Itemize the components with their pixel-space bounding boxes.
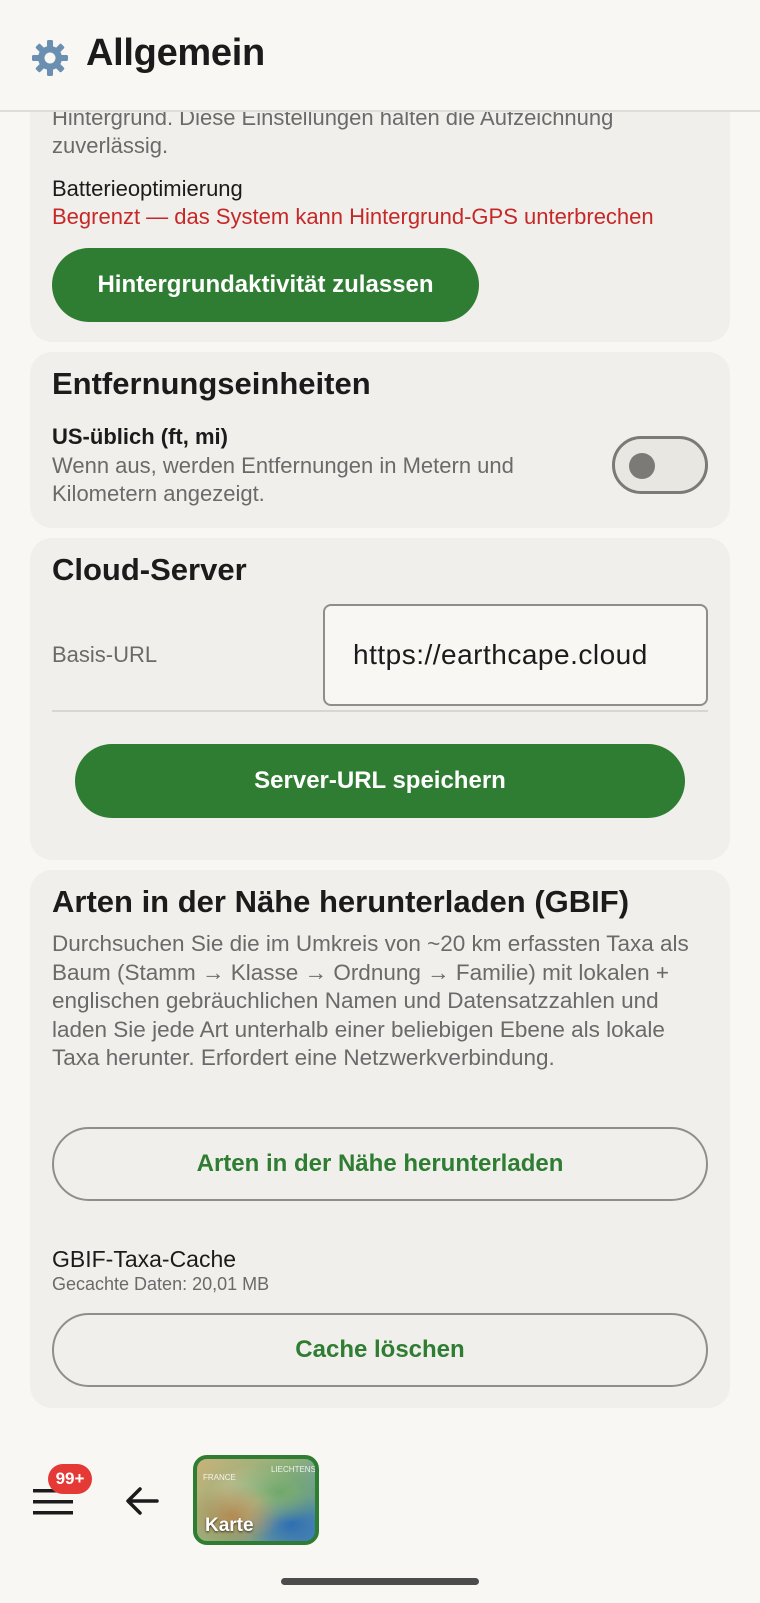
battery-optimization-status: Begrenzt — das System kann Hintergrund-G… xyxy=(52,204,654,229)
home-indicator[interactable] xyxy=(281,1578,479,1585)
us-units-toggle[interactable] xyxy=(612,436,708,494)
save-server-url-button[interactable]: Server-URL speichern xyxy=(75,744,685,818)
gbif-title: Arten in der Nähe herunterladen (GBIF) xyxy=(52,884,630,919)
notification-badge: 99+ xyxy=(48,1464,92,1494)
base-url-input[interactable]: https://earthcape.cloud xyxy=(323,604,708,706)
app-bar: Allgemein xyxy=(0,0,760,112)
toggle-knob xyxy=(629,453,655,479)
page-title: Allgemein xyxy=(86,32,265,74)
base-url-label: Basis-URL xyxy=(52,642,158,667)
map-country-label: FRANCE xyxy=(203,1473,236,1482)
gbif-description: Durchsuchen Sie die im Umkreis von ~20 k… xyxy=(52,931,689,1070)
cloud-server-title: Cloud-Server xyxy=(52,552,247,587)
back-arrow-icon[interactable] xyxy=(125,1486,159,1516)
download-nearby-species-button[interactable]: Arten in der Nähe herunterladen xyxy=(52,1127,708,1201)
us-units-description: Wenn aus, werden Entfernungen in Metern … xyxy=(52,453,514,506)
battery-optimization-label: Batterieoptimierung xyxy=(52,176,243,201)
units-title: Entfernungseinheiten xyxy=(52,366,371,401)
map-button[interactable]: FRANCE LIECHTENS Karte xyxy=(193,1455,319,1545)
gear-icon xyxy=(32,40,68,76)
divider xyxy=(52,710,708,712)
us-units-label: US-üblich (ft, mi) xyxy=(52,424,228,449)
cache-title: GBIF-Taxa-Cache xyxy=(52,1246,237,1272)
clear-cache-button[interactable]: Cache löschen xyxy=(52,1313,708,1387)
allow-background-activity-button[interactable]: Hintergrundaktivität zulassen xyxy=(52,248,479,322)
map-country-label: LIECHTENS xyxy=(271,1465,316,1474)
cache-size: Gecachte Daten: 20,01 MB xyxy=(52,1274,270,1294)
map-button-label: Karte xyxy=(205,1515,254,1536)
background-intro-text: Hintergrund. Diese Einstellungen halten … xyxy=(52,105,614,158)
